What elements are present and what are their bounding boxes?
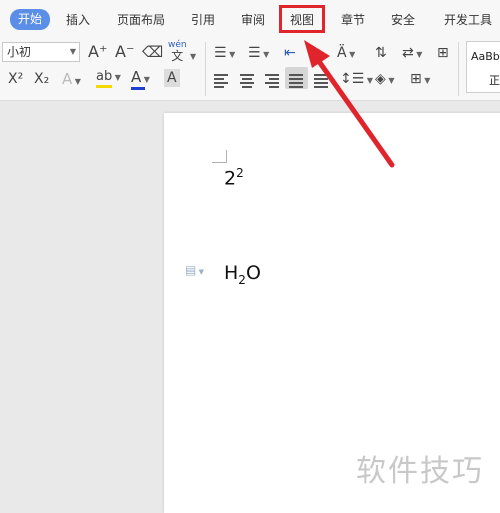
annotation-arrow-icon — [304, 40, 395, 168]
